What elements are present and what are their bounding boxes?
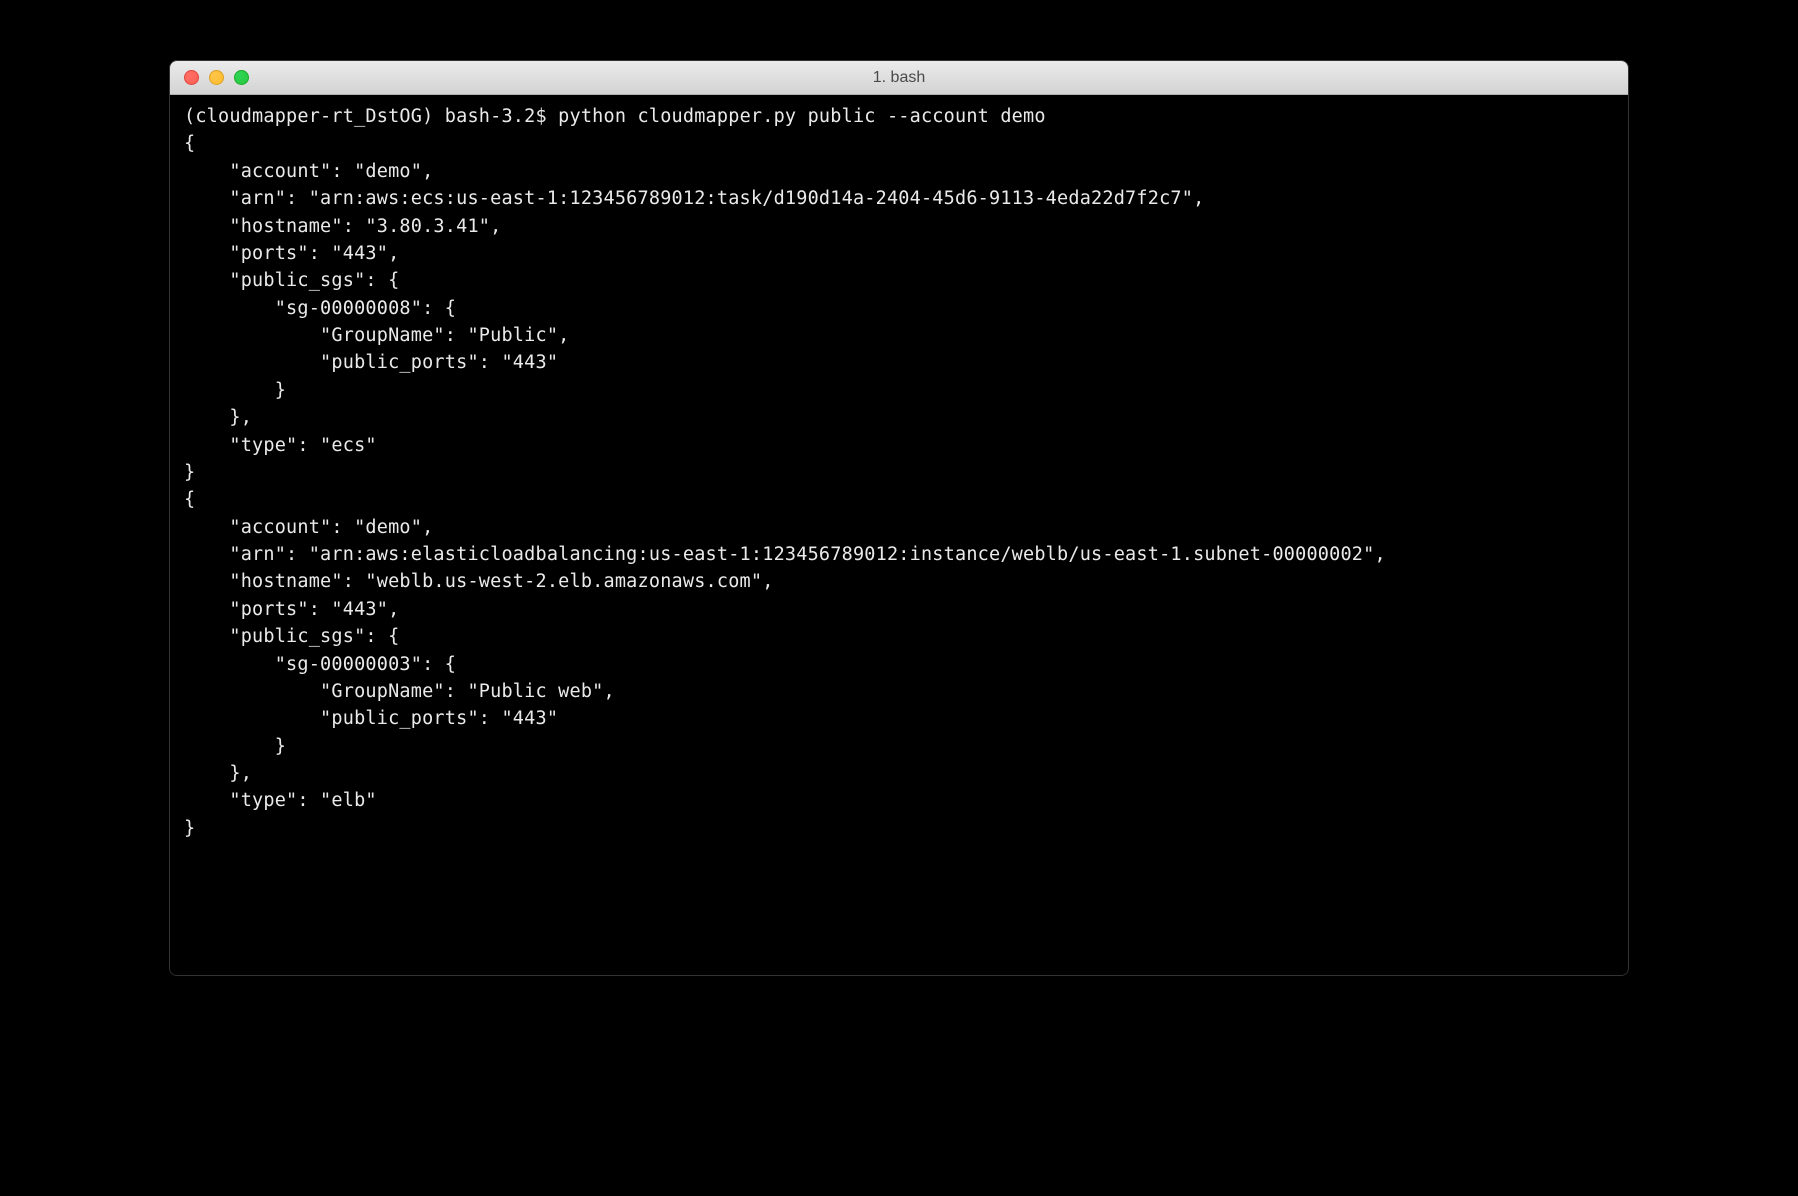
shell-prompt: (cloudmapper-rt_DstOG) bash-3.2$ xyxy=(184,106,558,127)
output-line: } xyxy=(184,736,286,757)
output-line: "arn": "arn:aws:elasticloadbalancing:us-… xyxy=(184,544,1386,565)
output-line: "type": "ecs" xyxy=(184,435,377,456)
output-line: "ports": "443", xyxy=(184,599,399,620)
shell-command: python cloudmapper.py public --account d… xyxy=(558,106,1046,127)
output-line: } xyxy=(184,462,195,483)
window-title: 1. bash xyxy=(170,69,1628,87)
output-line: "sg-00000008": { xyxy=(184,298,456,319)
terminal-window: 1. bash (cloudmapper-rt_DstOG) bash-3.2$… xyxy=(169,60,1629,976)
traffic-lights xyxy=(170,70,249,85)
output-line: } xyxy=(184,818,195,839)
output-line: }, xyxy=(184,763,252,784)
maximize-icon[interactable] xyxy=(234,70,249,85)
close-icon[interactable] xyxy=(184,70,199,85)
output-line: "account": "demo", xyxy=(184,161,433,182)
output-line: "hostname": "3.80.3.41", xyxy=(184,216,501,237)
output-line: "arn": "arn:aws:ecs:us-east-1:1234567890… xyxy=(184,188,1204,209)
output-line: "ports": "443", xyxy=(184,243,399,264)
output-line: "type": "elb" xyxy=(184,790,377,811)
output-line: { xyxy=(184,133,195,154)
output-line: "account": "demo", xyxy=(184,517,433,538)
minimize-icon[interactable] xyxy=(209,70,224,85)
output-line: } xyxy=(184,380,286,401)
output-line: "public_sgs": { xyxy=(184,626,399,647)
terminal-body[interactable]: (cloudmapper-rt_DstOG) bash-3.2$ python … xyxy=(170,95,1628,975)
window-titlebar[interactable]: 1. bash xyxy=(170,61,1628,95)
output-line: "public_sgs": { xyxy=(184,270,399,291)
output-line: "public_ports": "443" xyxy=(184,708,558,729)
output-line: }, xyxy=(184,407,252,428)
output-line: "GroupName": "Public web", xyxy=(184,681,615,702)
output-line: { xyxy=(184,489,195,510)
output-line: "sg-00000003": { xyxy=(184,654,456,675)
output-line: "public_ports": "443" xyxy=(184,352,558,373)
output-line: "hostname": "weblb.us-west-2.elb.amazona… xyxy=(184,571,774,592)
output-line: "GroupName": "Public", xyxy=(184,325,570,346)
